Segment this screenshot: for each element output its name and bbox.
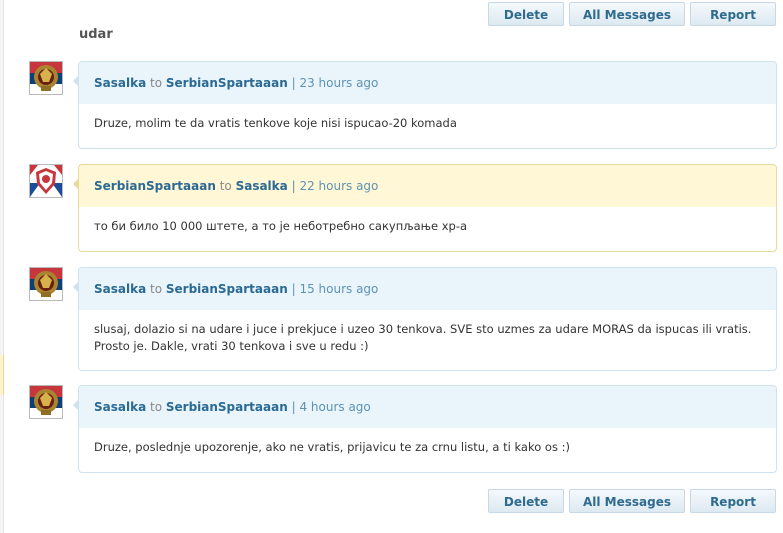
message-header: SerbianSpartaaan to Sasalka | 22 hours a… [79,165,776,207]
sender-link[interactable]: Sasalka [94,400,146,414]
thread-title: udar [79,27,113,42]
top-action-bar: Delete All Messages Report [488,2,776,26]
message-item: Sasalka to SerbianSpartaaan | 4 hours ag… [29,385,777,473]
delete-button[interactable]: Delete [488,489,564,513]
message-time: | 23 hours ago [291,76,379,90]
all-messages-button[interactable]: All Messages [569,489,685,513]
serbian-flag-emblem-icon [30,62,62,94]
sidebar-tab[interactable] [0,355,4,395]
message-time: | 15 hours ago [291,282,379,296]
message-header: Sasalka to SerbianSpartaaan | 23 hours a… [79,62,776,104]
avatar[interactable] [29,385,63,419]
serbian-flag-emblem-icon [30,268,62,300]
message-header: Sasalka to SerbianSpartaaan | 4 hours ag… [79,386,776,428]
avatar[interactable] [29,61,63,95]
report-button[interactable]: Report [690,489,776,513]
time-value: 15 hours ago [299,282,379,296]
recipient-link[interactable]: SerbianSpartaaan [166,76,288,90]
recipient-link[interactable]: SerbianSpartaaan [166,282,288,296]
left-sidebar-edge [0,0,4,533]
to-word: to [150,400,163,414]
message-text: то би било 10 000 штете, а то је неботре… [94,219,468,233]
time-value: 23 hours ago [299,76,379,90]
message-bubble: SerbianSpartaaan to Sasalka | 22 hours a… [78,164,777,252]
bottom-action-bar: Delete All Messages Report [488,489,776,513]
recipient-link[interactable]: Sasalka [236,179,288,193]
avatar[interactable] [29,267,63,301]
time-value: 4 hours ago [299,400,371,414]
to-word: to [150,282,163,296]
message-text: Druze, molim te da vratis tenkove koje n… [94,116,457,130]
sender-link[interactable]: SerbianSpartaaan [94,179,216,193]
message-text: slusaj, dolazio si na udare i juce i pre… [94,322,752,353]
message-time: | 4 hours ago [291,400,371,414]
red-star-shield-icon [30,165,62,197]
message-header: Sasalka to SerbianSpartaaan | 15 hours a… [79,268,776,310]
sender-link[interactable]: Sasalka [94,282,146,296]
message-time: | 22 hours ago [291,179,379,193]
to-word: to [219,179,232,193]
recipient-link[interactable]: SerbianSpartaaan [166,400,288,414]
message-item: Sasalka to SerbianSpartaaan | 23 hours a… [29,61,777,149]
delete-button[interactable]: Delete [488,2,564,26]
avatar[interactable] [29,164,63,198]
message-bubble: Sasalka to SerbianSpartaaan | 15 hours a… [78,267,777,371]
message-bubble: Sasalka to SerbianSpartaaan | 23 hours a… [78,61,777,149]
to-word: to [150,76,163,90]
message-text: Druze, poslednje upozorenje, ako ne vrat… [94,440,570,454]
serbian-flag-emblem-icon [30,386,62,418]
message-item: SerbianSpartaaan to Sasalka | 22 hours a… [29,164,777,252]
time-value: 22 hours ago [299,179,379,193]
sender-link[interactable]: Sasalka [94,76,146,90]
all-messages-button[interactable]: All Messages [569,2,685,26]
message-item: Sasalka to SerbianSpartaaan | 15 hours a… [29,267,777,371]
report-button[interactable]: Report [690,2,776,26]
message-bubble: Sasalka to SerbianSpartaaan | 4 hours ag… [78,385,777,473]
